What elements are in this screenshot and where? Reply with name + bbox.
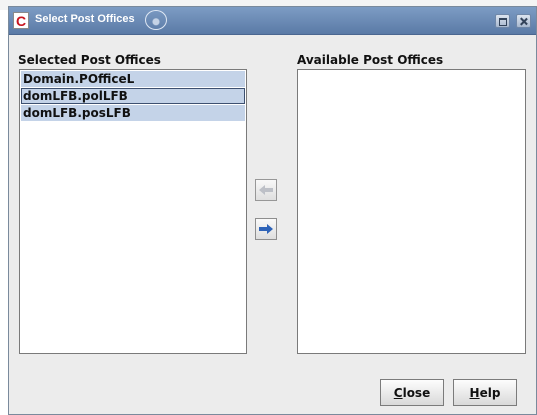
window-title: Select Post Offices <box>35 13 135 25</box>
app-icon-letter: C <box>15 12 27 29</box>
left-arrow-icon <box>259 185 273 195</box>
add-post-office-button[interactable] <box>255 179 277 201</box>
close-button-label: lose <box>402 385 431 400</box>
app-icon: C <box>13 12 29 29</box>
list-item[interactable]: domLFB.polLFB <box>21 88 245 104</box>
close-window-button[interactable] <box>516 14 531 28</box>
close-button-mnemonic: C <box>393 385 403 400</box>
available-post-offices-list[interactable] <box>297 69 526 354</box>
title-decoration-icon <box>145 10 167 30</box>
maximize-button[interactable] <box>495 14 510 28</box>
selected-post-offices-list[interactable]: Domain.POfficeL domLFB.polLFB domLFB.posLF… <box>19 69 247 354</box>
remove-post-office-button[interactable] <box>255 218 277 240</box>
close-button[interactable]: Close <box>380 379 444 406</box>
select-post-offices-dialog: C Select Post Offices Selected Post Offi… <box>8 6 537 415</box>
available-post-offices-label: Available Post Offices <box>297 53 444 67</box>
list-item[interactable]: domLFB.posLFB <box>21 105 245 121</box>
help-button-label: elp <box>479 385 501 400</box>
selected-post-offices-label: Selected Post Offices <box>18 53 161 67</box>
help-button[interactable]: Help <box>453 379 517 406</box>
help-button-mnemonic: H <box>469 385 480 400</box>
right-arrow-icon <box>259 224 273 234</box>
list-item[interactable]: Domain.POfficeL <box>21 71 245 87</box>
title-bar[interactable]: C Select Post Offices <box>9 7 536 35</box>
